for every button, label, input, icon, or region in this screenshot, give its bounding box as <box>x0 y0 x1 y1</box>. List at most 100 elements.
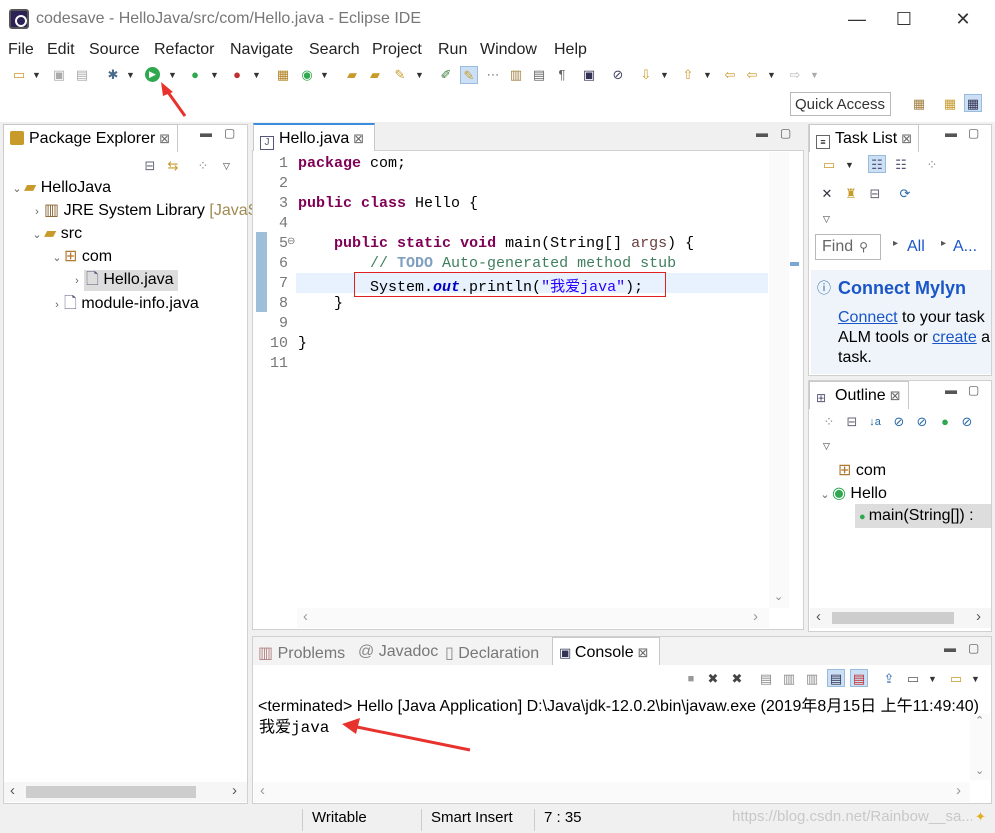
code-line-8[interactable]: } <box>298 295 343 312</box>
close-icon[interactable]: ⊠ <box>890 388 901 403</box>
tab-task-list[interactable]: ≡ Task List ⊠ <box>809 124 919 152</box>
editor-vscrollbar[interactable]: ⌄ <box>769 152 789 608</box>
view-menu-icon[interactable]: ▽ <box>222 157 231 175</box>
activate-task-link[interactable]: A... <box>953 238 977 256</box>
display-console-icon[interactable]: ▭ <box>904 670 922 688</box>
tab-problems[interactable]: ▥ Problems <box>258 643 345 663</box>
collapse-all-icon[interactable]: ⊟ <box>843 413 861 431</box>
highlight-icon[interactable]: ✎ <box>460 66 478 84</box>
console-output[interactable]: 我爱java <box>259 713 329 737</box>
new-java-project-icon[interactable]: ▦ <box>274 66 292 84</box>
chevron-down-icon[interactable]: ⌄ <box>818 488 832 501</box>
scroll-down-icon[interactable]: ⌄ <box>975 764 984 777</box>
sort-icon[interactable]: ↓a <box>866 413 884 431</box>
code-line-10[interactable]: } <box>298 335 307 352</box>
back-dropdown-icon[interactable]: ▼ <box>767 66 776 84</box>
minimize-icon[interactable]: ▬ <box>756 126 768 140</box>
tab-hello-java[interactable]: J Hello.java ⊠ <box>253 123 375 151</box>
scroll-down-icon[interactable]: ⌄ <box>774 590 783 603</box>
show-whitespace-icon[interactable]: ▥ <box>507 66 525 84</box>
sync-icon[interactable]: ⟳ <box>896 185 914 203</box>
external-tools-icon[interactable]: ● <box>228 66 246 84</box>
code-line-5[interactable]: public static void main(String[] args) { <box>298 235 694 252</box>
skip-breakpoints-icon[interactable]: ⊘ <box>609 66 627 84</box>
outline-item-class[interactable]: ⌄ ◉ Hello <box>818 483 886 503</box>
close-icon[interactable]: ⊠ <box>638 645 649 660</box>
debug-dropdown-icon[interactable]: ▼ <box>126 66 135 84</box>
maximize-icon[interactable]: ▢ <box>968 126 979 140</box>
next-annotation-dropdown-icon[interactable]: ▼ <box>660 66 669 84</box>
word-wrap-icon[interactable]: ▥ <box>803 670 821 688</box>
chevron-down-icon[interactable]: ⌄ <box>30 228 44 241</box>
new-class-icon[interactable]: ◉ <box>298 66 316 84</box>
new-task-dropdown-icon[interactable]: ▼ <box>845 156 854 174</box>
forward-icon[interactable]: ⇨ <box>786 66 804 84</box>
scroll-left-icon[interactable]: ‹ <box>260 782 265 799</box>
tab-package-explorer[interactable]: Package Explorer ⊠ <box>3 124 178 152</box>
menu-project[interactable]: Project <box>372 41 422 59</box>
toggle-mark-occurrences-icon[interactable]: ✐ <box>437 66 455 84</box>
open-type-icon[interactable]: ▰ <box>343 66 361 84</box>
close-button[interactable]: ✕ <box>940 4 986 34</box>
chevron-down-icon[interactable]: ⌄ <box>50 251 64 264</box>
editor-hscrollbar[interactable]: ‹ › <box>297 608 769 628</box>
focus-workweek-icon[interactable]: ♜ <box>842 185 860 203</box>
scheduled-icon[interactable]: ☷ <box>892 156 910 174</box>
menu-refactor[interactable]: Refactor <box>154 41 214 59</box>
link-with-editor-icon[interactable]: ⇆ <box>164 157 182 175</box>
external-tools-dropdown-icon[interactable]: ▼ <box>252 66 261 84</box>
code-line-1[interactable]: package com; <box>298 155 406 172</box>
scrollbar-thumb[interactable] <box>832 612 954 624</box>
quick-access-input[interactable]: Quick Access <box>790 92 891 116</box>
tree-item-hello-java[interactable]: › 🗋 Hello.java <box>70 268 178 292</box>
open-task-dropdown-icon[interactable]: ▼ <box>415 66 424 84</box>
save-icon[interactable]: ▣ <box>50 66 68 84</box>
hide-completed-icon[interactable]: ✕ <box>818 185 836 203</box>
console-vscrollbar[interactable]: ⌃ ⌄ <box>970 714 990 780</box>
toggle-word-wrap-icon[interactable]: ▤ <box>530 66 548 84</box>
menu-help[interactable]: Help <box>554 41 587 59</box>
menu-run[interactable]: Run <box>438 41 467 59</box>
save-all-icon[interactable]: ▤ <box>73 66 91 84</box>
maximize-icon[interactable]: ▢ <box>968 383 979 397</box>
maximize-icon[interactable]: ▢ <box>968 641 979 655</box>
tree-item-module-info[interactable]: › 🗋 module-info.java <box>50 292 199 319</box>
scroll-lock-icon[interactable]: ▥ <box>780 670 798 688</box>
filter-icon[interactable]: ⁘ <box>923 156 941 174</box>
tree-item-src[interactable]: ⌄ ▰ src <box>30 223 82 243</box>
new-file-icon[interactable]: ▭ <box>10 66 28 84</box>
tab-outline[interactable]: ⊞ Outline ⊠ <box>809 381 909 409</box>
scroll-left-icon[interactable]: ‹ <box>303 608 308 625</box>
focus-icon[interactable]: ⁘ <box>820 413 838 431</box>
new-dropdown-icon[interactable]: ▼ <box>32 66 41 84</box>
java-ee-perspective-icon[interactable]: ▦ <box>941 95 959 113</box>
hide-static-icon[interactable]: ⊘ <box>913 413 931 431</box>
tree-item-package[interactable]: ⌄ ⊞ com <box>50 246 112 266</box>
menu-file[interactable]: File <box>8 41 34 59</box>
scroll-right-icon[interactable]: › <box>956 782 961 799</box>
scroll-left-icon[interactable]: ‹ <box>816 608 821 625</box>
previous-annotation-dropdown-icon[interactable]: ▼ <box>703 66 712 84</box>
minimize-icon[interactable]: ▬ <box>945 383 957 397</box>
terminal-icon[interactable]: ▣ <box>580 66 598 84</box>
close-icon[interactable]: ⊠ <box>159 131 170 146</box>
close-icon[interactable]: ⊠ <box>901 131 912 146</box>
minimize-icon[interactable]: ▬ <box>945 126 957 140</box>
chevron-down-icon[interactable]: ⌄ <box>10 182 24 195</box>
open-task-icon[interactable]: ✎ <box>391 66 409 84</box>
menu-navigate[interactable]: Navigate <box>230 41 293 59</box>
collapse-all-icon[interactable]: ⊟ <box>141 157 159 175</box>
maximize-icon[interactable]: ▢ <box>780 126 791 140</box>
fold-minus-icon[interactable]: ⊖ <box>287 236 295 247</box>
remove-all-launches-icon[interactable]: ✖ <box>728 670 746 688</box>
remove-launch-icon[interactable]: ✖ <box>704 670 722 688</box>
new-class-dropdown-icon[interactable]: ▼ <box>320 66 329 84</box>
tab-javadoc[interactable]: @ Javadoc <box>358 643 438 661</box>
pin-console-icon[interactable]: ⇪ <box>880 670 898 688</box>
tree-item-jre[interactable]: › ▥ JRE System Library [JavaS <box>30 200 258 220</box>
clear-console-icon[interactable]: ▤ <box>757 670 775 688</box>
tree-item-project[interactable]: ⌄ ▰ HelloJava <box>10 177 111 197</box>
hide-nonpublic-icon[interactable]: ● <box>936 413 954 431</box>
open-folder-icon[interactable]: ▰ <box>366 66 384 84</box>
console-hscrollbar[interactable]: ‹ › <box>254 782 970 802</box>
